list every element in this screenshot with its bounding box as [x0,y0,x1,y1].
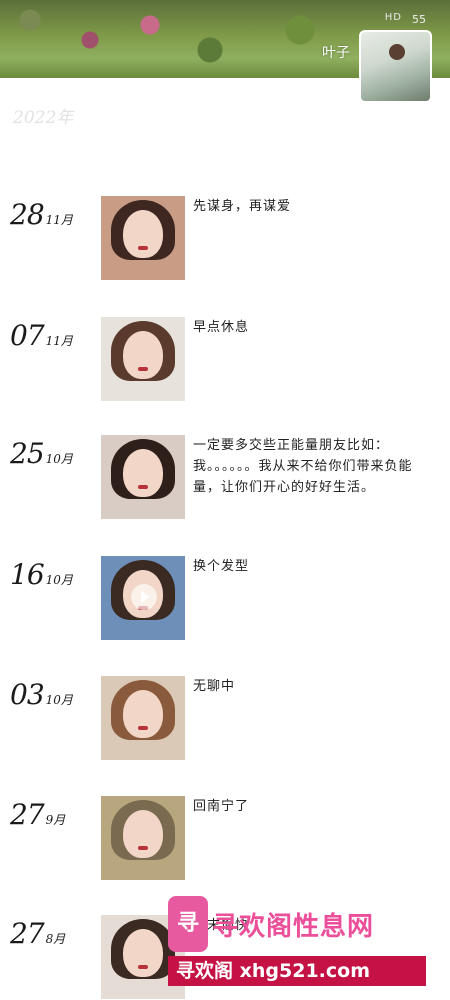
post-date: 27 9月 [10,798,65,831]
post-text: 回南宁了 [193,799,250,814]
post-thumbnail[interactable] [101,435,185,519]
post-text: 一定要多交些正能量朋友比如：我。。。。。。我从来不给你们带来负能量，让你们开心的… [193,438,413,495]
thumbnail-face [123,810,163,858]
post-date: 07 11月 [10,319,73,352]
post-text: 早点休息 [193,320,250,335]
post-date: 27 8月 [10,917,65,950]
post-item[interactable]: 28 11月 先谋身，再谋爱 [0,196,450,286]
thumbnail-lips [138,367,148,371]
thumbnail-face [123,331,163,379]
post-day: 27 [10,798,45,831]
post-month: 10月 [45,452,73,466]
post-day: 28 [10,198,45,231]
post-item[interactable]: 03 10月 无聊中 [0,676,450,766]
post-month: 8月 [45,932,66,946]
status-time: 55 [412,13,426,26]
post-day: 16 [10,558,45,591]
watermark-banner: 寻欢阁 xhg521.com [168,956,426,986]
post-month: 10月 [45,573,73,587]
post-date: 25 10月 [10,437,73,470]
profile-avatar[interactable] [359,30,432,103]
post-text: 无聊中 [193,679,236,694]
post-month: 10月 [45,693,73,707]
post-day: 27 [10,917,45,950]
thumbnail-lips [138,246,148,250]
post-date: 03 10月 [10,678,73,711]
post-thumbnail[interactable] [101,796,185,880]
year-header: 2022年 [13,108,74,128]
post-day: 25 [10,437,45,470]
post-item[interactable]: 25 10月 一定要多交些正能量朋友比如：我。。。。。。我从来不给你们带来负能量，让… [0,435,450,525]
play-icon[interactable] [131,584,157,610]
post-month: 9月 [45,813,66,827]
thumbnail-face [123,929,163,977]
post-date: 28 11月 [10,198,73,231]
thumbnail-lips [138,965,148,969]
post-date: 16 10月 [10,558,73,591]
post-item[interactable]: 27 9月 回南宁了 [0,796,450,886]
post-item[interactable]: 07 11月 早点休息 [0,317,450,407]
post-item[interactable]: 16 10月 换个发型 [0,556,450,646]
thumbnail-lips [138,846,148,850]
post-month: 11月 [45,334,73,348]
watermark: 寻 寻欢阁性息网 寻欢阁 xhg521.com [168,896,438,992]
watermark-title: 寻欢阁性息网 [212,912,375,942]
thumbnail-lips [138,485,148,489]
post-thumbnail[interactable] [101,196,185,280]
post-thumbnail[interactable] [101,556,185,640]
post-thumbnail[interactable] [101,317,185,401]
post-text: 换个发型 [193,559,250,574]
thumbnail-face [123,690,163,738]
status-icons: HD [384,12,402,23]
post-thumbnail[interactable] [101,676,185,760]
watermark-logo: 寻 [168,896,208,952]
post-month: 11月 [45,213,73,227]
thumbnail-face [123,210,163,258]
post-day: 03 [10,678,45,711]
post-day: 07 [10,319,45,352]
post-text: 先谋身，再谋爱 [193,199,292,214]
thumbnail-lips [138,726,148,730]
thumbnail-face [123,449,163,497]
profile-username: 叶子 [322,45,350,61]
